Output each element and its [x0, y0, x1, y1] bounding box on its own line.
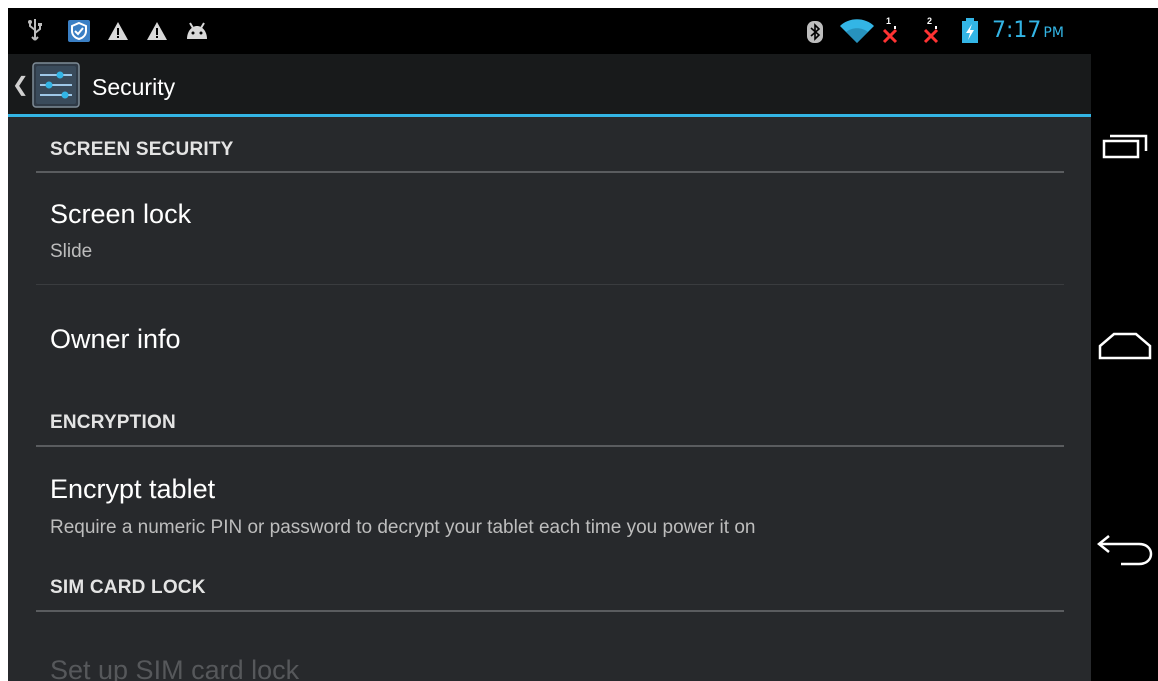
sim1-no-signal-icon: 1	[878, 16, 902, 51]
sim2-label: 2	[927, 16, 933, 26]
section-header-sim-card-lock: SIM CARD LOCK	[50, 577, 206, 598]
section-header-screen-security: SCREEN SECURITY	[50, 139, 234, 160]
list-item-screen-lock[interactable]: Screen lock Slide	[36, 174, 1064, 284]
list-item-owner-info[interactable]: Owner info	[36, 285, 1064, 392]
list-item-sim-card-lock[interactable]: Set up SIM card lock	[36, 613, 1064, 681]
warning-icon	[107, 21, 129, 46]
status-clock: 7:17 PM	[992, 18, 1064, 43]
item-title: Set up SIM card lock	[50, 655, 300, 681]
recent-apps-button[interactable]	[1091, 108, 1158, 188]
wifi-icon	[839, 18, 875, 49]
up-caret-icon: ❮	[12, 74, 29, 96]
battery-charging-icon	[961, 18, 979, 49]
warning-icon	[146, 21, 168, 46]
shield-app-icon	[68, 20, 90, 47]
back-icon	[1096, 534, 1153, 573]
item-subtitle: Require a numeric PIN or password to dec…	[50, 517, 756, 538]
sim1-label: 1	[886, 16, 892, 26]
clock-ampm: PM	[1043, 25, 1064, 41]
action-bar: ❮ Security	[8, 54, 1091, 117]
android-debug-icon	[184, 22, 210, 45]
bluetooth-icon	[806, 20, 824, 49]
navigation-bar	[1091, 8, 1158, 681]
status-bar: 1 2 7:17 PM	[8, 8, 1091, 54]
recent-apps-icon	[1100, 131, 1150, 166]
up-navigation-button[interactable]: ❮	[8, 54, 88, 114]
item-title: Owner info	[50, 324, 181, 354]
item-title: Screen lock	[50, 199, 192, 229]
usb-icon	[28, 18, 42, 47]
settings-sliders-icon	[32, 62, 80, 113]
home-button[interactable]	[1091, 308, 1158, 388]
section-divider	[36, 610, 1064, 612]
home-icon	[1098, 331, 1152, 366]
device-screen: 1 2 7:17 PM ❮ Security SCREEN SECURITY S…	[8, 8, 1091, 681]
sim2-no-signal-icon: 2	[919, 16, 943, 51]
section-divider	[36, 171, 1064, 173]
clock-time: 7:17	[992, 18, 1042, 43]
page-title: Security	[92, 74, 176, 100]
back-button[interactable]	[1091, 513, 1158, 593]
list-item-encrypt-tablet[interactable]: Encrypt tablet Require a numeric PIN or …	[36, 448, 1064, 568]
item-title: Encrypt tablet	[50, 474, 216, 504]
section-header-encryption: ENCRYPTION	[50, 412, 176, 433]
item-subtitle: Slide	[50, 241, 93, 262]
section-divider	[36, 445, 1064, 447]
